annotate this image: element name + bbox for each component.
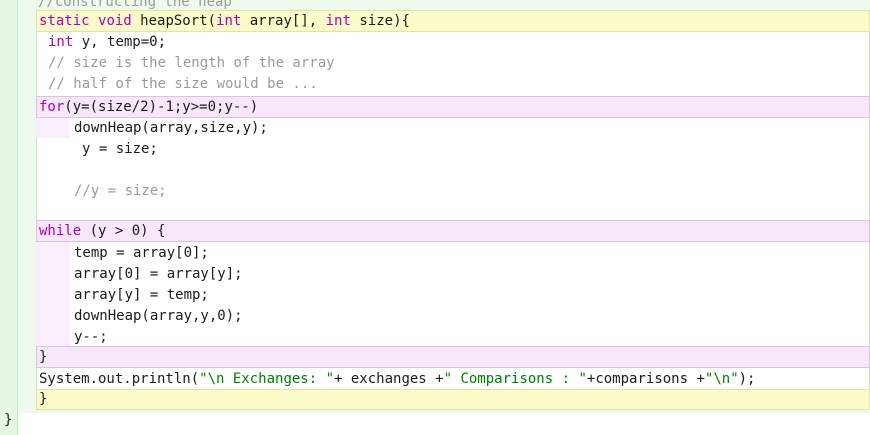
param-array: array[], [241,13,326,29]
for-body-highlight [36,118,70,138]
method-close-highlight [36,389,870,410]
code-line-while[interactable]: while (y > 0) { [39,221,165,241]
code-line-method-signature[interactable]: static void heapSort(int array[], int si… [39,11,410,31]
concat-comparisons: +comparisons + [586,371,705,387]
while-body-highlight [36,242,70,346]
code-line-downheap-1[interactable]: downHeap(array,size,y); [74,118,268,138]
code-line-println[interactable]: System.out.println("\n Exchanges: "+ exc… [39,369,755,389]
code-line-while-close[interactable]: } [39,347,47,367]
code-line-temp[interactable]: temp = array[0]; [74,243,209,263]
string-exchanges: "\n Exchanges: " [199,371,335,387]
code-line-comment-y: //y = size; [74,183,167,199]
editor-gutter [0,0,18,435]
while-condition: (y > 0) { [81,223,166,239]
for-condition: (y=(size/2)-1;y>=0;y--) [64,99,259,115]
method-name: heapSort( [131,13,217,29]
string-comparisons: " Comparisons : " [443,371,587,387]
code-line-decrement[interactable]: y--; [74,327,108,347]
declare-text: y, temp=0; [73,34,167,50]
code-line-comment-half: // half of the size would be ... [48,76,318,92]
keyword-int: int [216,13,242,29]
concat-exchanges: + exchanges + [334,371,444,387]
keyword-int: int [48,34,74,50]
code-line-class-close[interactable]: } [4,410,12,430]
code-line-swap-1[interactable]: array[0] = array[y]; [74,264,243,284]
keyword-static: static [39,13,90,29]
string-newline: "\n" [704,371,739,387]
while-close-highlight [36,346,870,368]
println-end: ); [738,371,756,387]
keyword-while: while [39,223,82,239]
code-line-assign-y[interactable]: y = size; [82,139,158,159]
param-size: size){ [350,13,410,29]
code-line-declare[interactable]: int y, temp=0; [48,32,166,52]
code-line-swap-2[interactable]: array[y] = temp; [74,285,209,305]
keyword-int: int [325,13,351,29]
keyword-for: for [39,99,65,115]
code-line-method-close[interactable]: } [39,389,47,409]
code-line-comment-size: // size is the length of the array [48,55,335,71]
code-line-for[interactable]: for(y=(size/2)-1;y>=0;y--) [39,97,258,117]
keyword-void: void [98,13,132,29]
println-call: System.out.println( [39,371,200,387]
code-line-downheap-2[interactable]: downHeap(array,y,0); [74,306,243,326]
